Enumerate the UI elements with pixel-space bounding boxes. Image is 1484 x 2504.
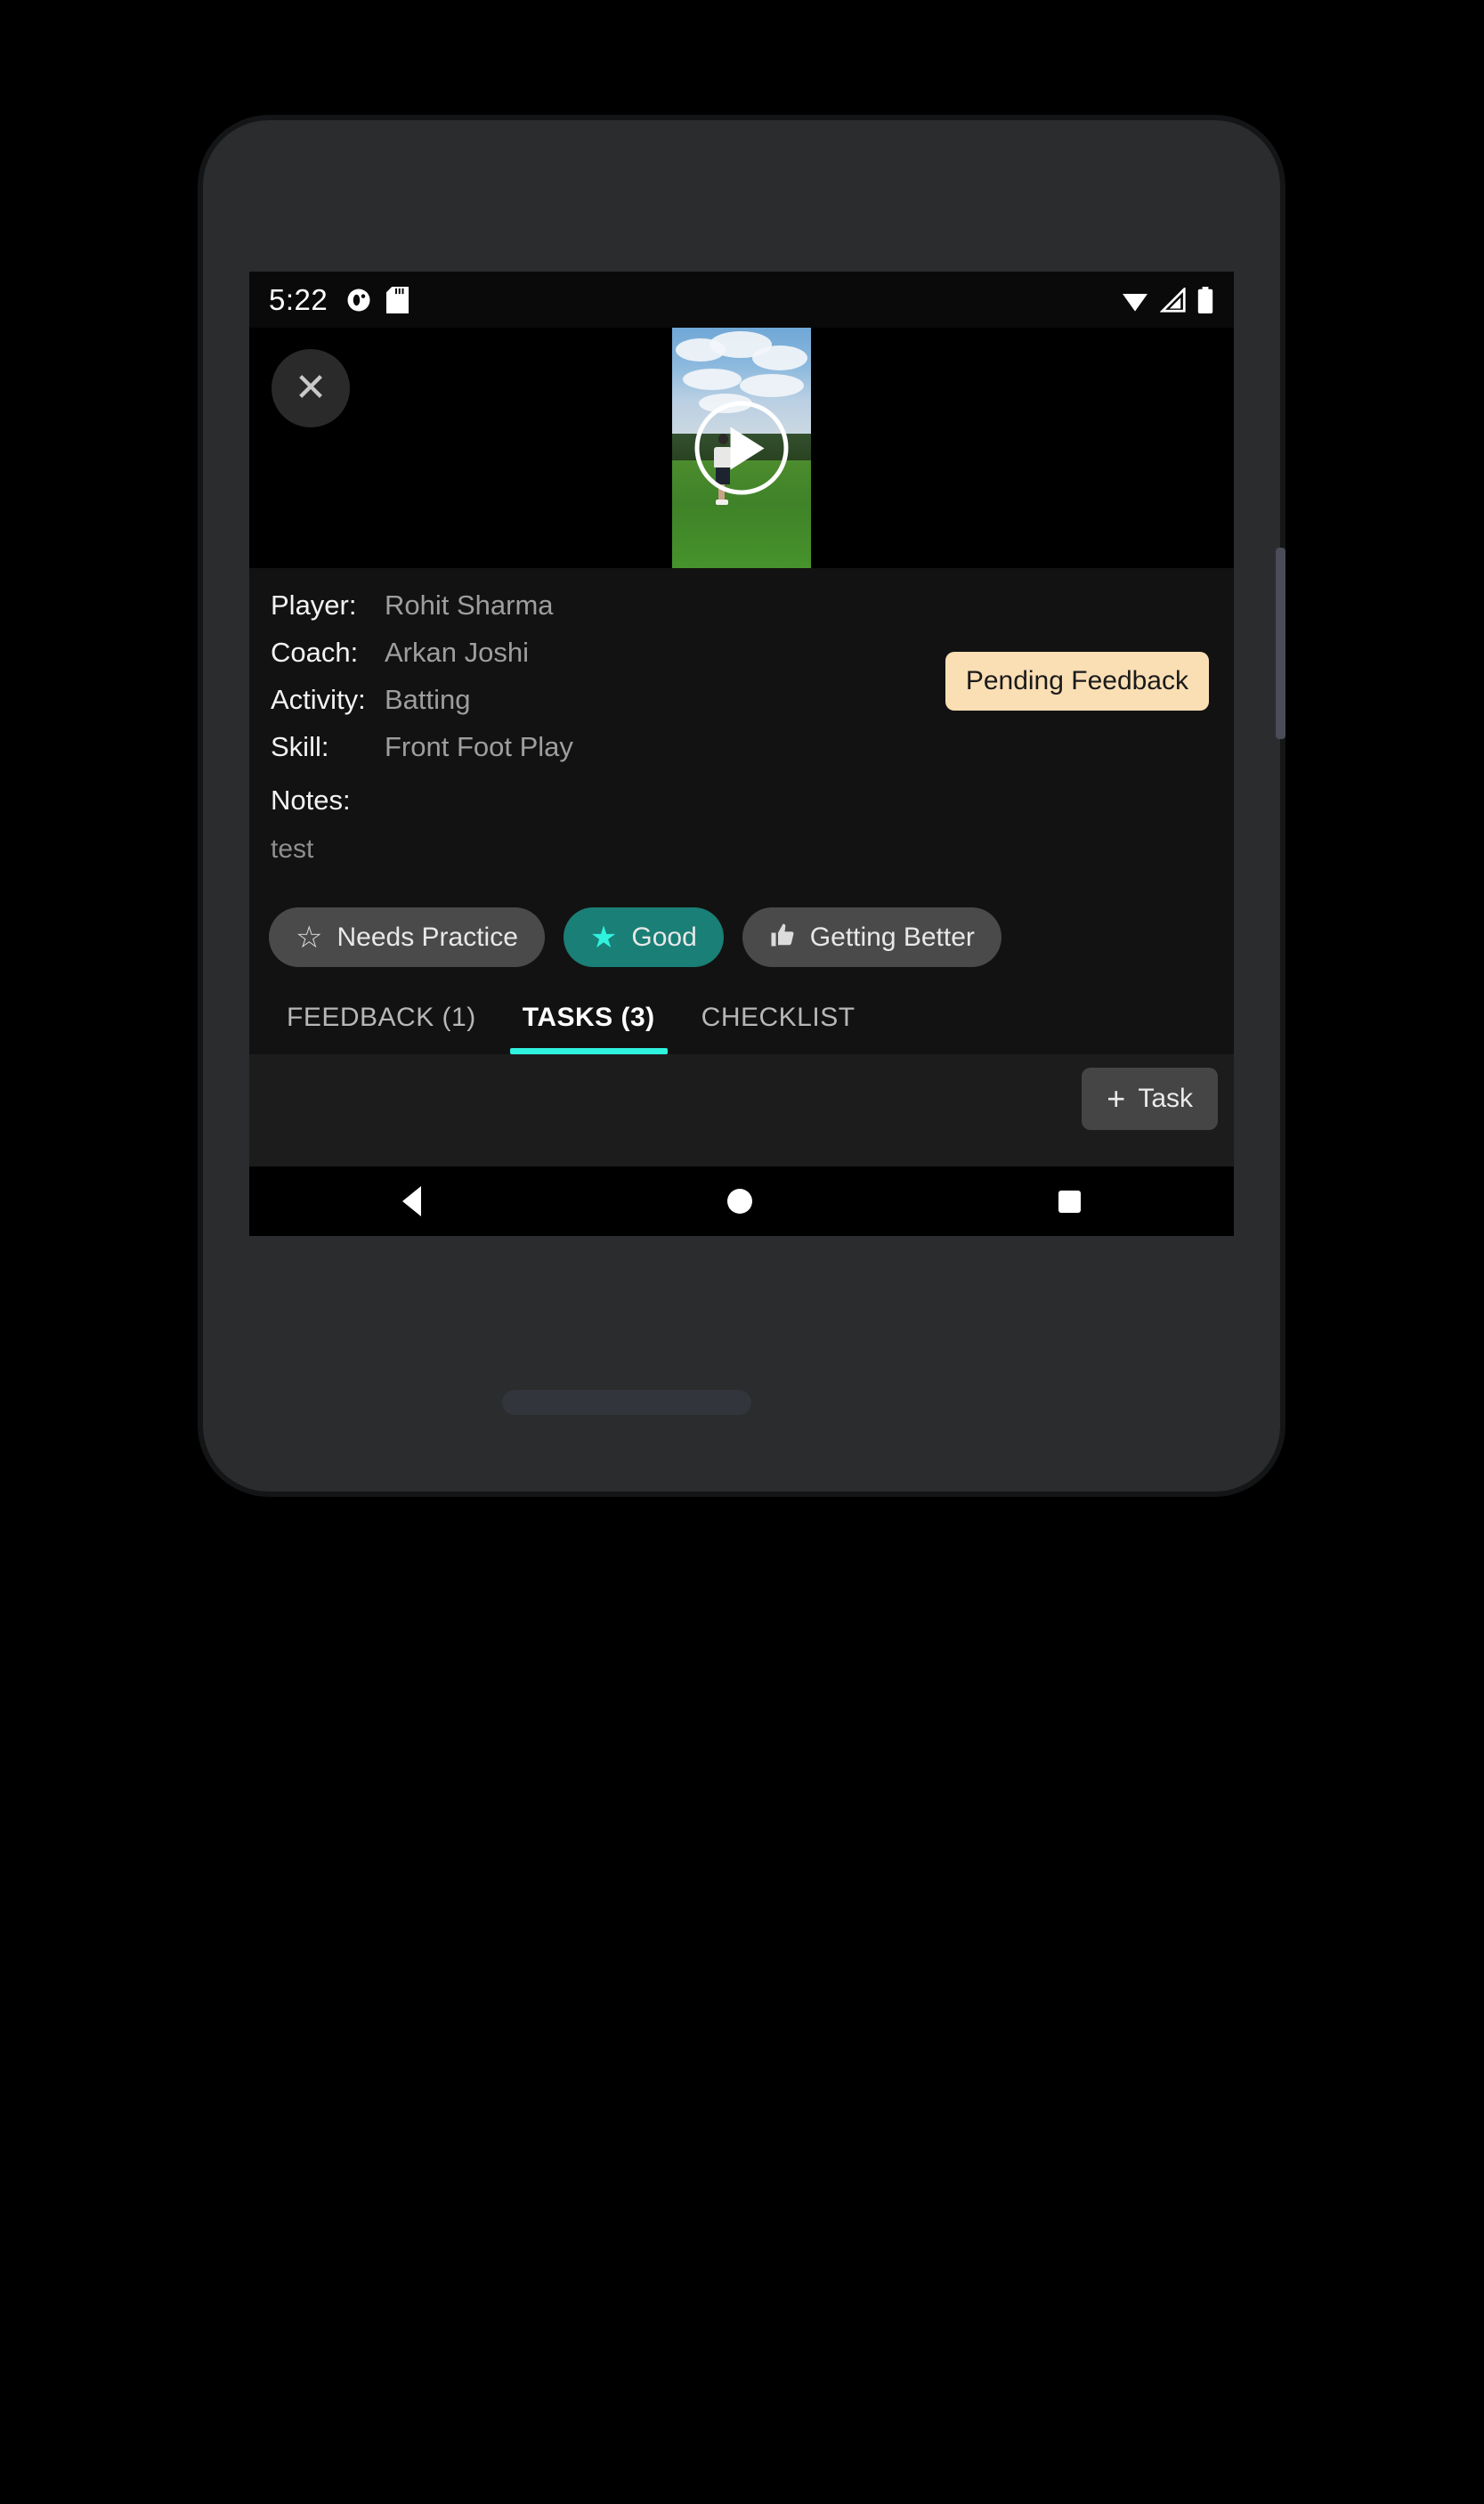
coach-value: Arkan Joshi	[385, 637, 529, 668]
status-bar-right-icons	[1120, 286, 1214, 313]
chip-needs-practice[interactable]: ☆ Needs Practice	[269, 907, 545, 967]
activity-label: Activity:	[271, 684, 366, 715]
status-bar: 5:22	[249, 272, 1234, 328]
tab-feedback[interactable]: FEEDBACK (1)	[269, 1003, 494, 1054]
notes-value: test	[271, 834, 314, 864]
info-row-player: Player: Rohit Sharma	[271, 589, 1212, 622]
thumbnail-cloud	[752, 346, 807, 370]
tab-bar: FEEDBACK (1) TASKS (3) CHECKLIST	[249, 967, 1234, 1055]
add-task-label: Task	[1138, 1084, 1193, 1113]
status-bar-clock: 5:22	[269, 282, 328, 316]
star-filled-icon: ★	[589, 920, 618, 955]
chip-good[interactable]: ★ Good	[563, 907, 724, 967]
session-info-block: Player: Rohit Sharma Coach: Arkan Joshi …	[249, 568, 1234, 874]
activity-value: Batting	[385, 684, 471, 715]
back-icon[interactable]	[402, 1186, 421, 1216]
battery-icon	[1197, 286, 1213, 313]
play-icon[interactable]	[694, 401, 789, 495]
thumbs-up-icon	[769, 922, 796, 953]
play-triangle	[730, 427, 765, 469]
status-badge: Pending Feedback	[945, 652, 1209, 711]
home-icon[interactable]	[727, 1189, 752, 1214]
recents-icon[interactable]	[1058, 1190, 1081, 1213]
chip-label: Needs Practice	[337, 922, 518, 952]
tasks-toolbar: + Task	[249, 1055, 1234, 1142]
info-row-skill: Skill: Front Foot Play	[271, 731, 1212, 763]
player-label: Player:	[271, 589, 357, 621]
video-player-area[interactable]: ✕	[249, 328, 1234, 568]
coach-label: Coach:	[271, 637, 359, 668]
cellular-signal-icon	[1160, 287, 1186, 313]
thumbnail-player	[716, 500, 728, 506]
session-details-panel: Player: Rohit Sharma Coach: Arkan Joshi …	[249, 568, 1234, 1236]
notes-label: Notes:	[271, 785, 351, 816]
bottom-speaker	[502, 1390, 751, 1415]
thumbnail-cloud	[740, 374, 804, 397]
android-nav-bar	[249, 1167, 1234, 1236]
player-value: Rohit Sharma	[385, 589, 554, 621]
star-outline-icon: ☆	[296, 920, 323, 955]
add-task-button[interactable]: + Task	[1082, 1068, 1218, 1130]
phone-side-button[interactable]	[1276, 548, 1285, 739]
skill-value: Front Foot Play	[385, 731, 573, 762]
sd-card-icon	[386, 286, 410, 313]
tab-tasks[interactable]: TASKS (3)	[505, 1003, 673, 1054]
chip-label: Getting Better	[809, 922, 975, 952]
wifi-icon	[1123, 293, 1147, 312]
skill-label: Skill:	[271, 731, 329, 762]
rating-chip-group: ☆ Needs Practice ★ Good Getting Better	[249, 874, 1234, 967]
status-bar-left-icons	[345, 286, 410, 313]
chip-getting-better[interactable]: Getting Better	[742, 907, 1001, 967]
close-icon[interactable]: ✕	[272, 349, 350, 427]
tab-checklist[interactable]: CHECKLIST	[684, 1003, 873, 1054]
phone-screen: 5:22 ✕ Player: Rohit Sharma Coach: Arkan…	[249, 272, 1234, 1236]
thumbnail-cloud	[683, 369, 742, 390]
chip-label: Good	[631, 922, 697, 952]
app-notification-icon	[347, 289, 370, 311]
plus-icon: +	[1107, 1080, 1126, 1117]
